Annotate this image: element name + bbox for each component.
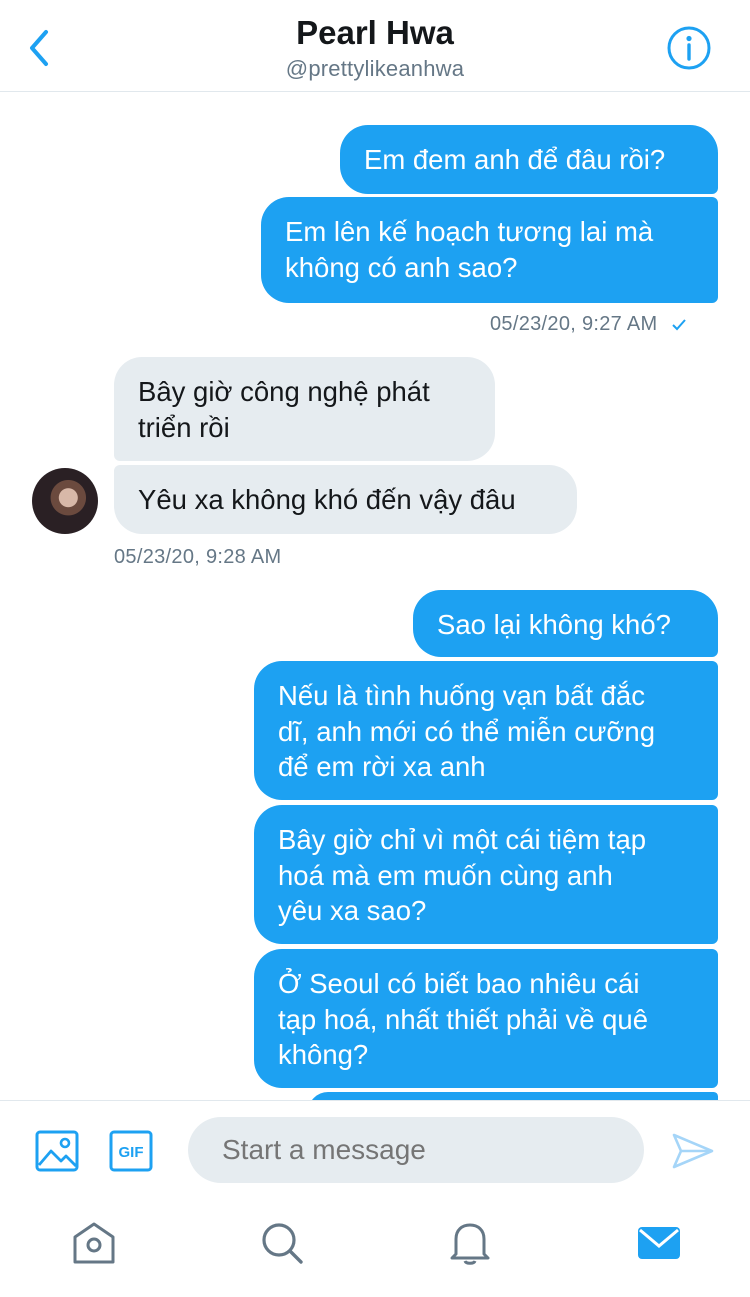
message-timestamp: 05/23/20, 9:27 AM xyxy=(490,313,687,336)
gif-icon[interactable]: GIF xyxy=(108,1129,154,1173)
bell-icon[interactable] xyxy=(447,1220,493,1266)
message-text: hoá mà em muốn cùng anh xyxy=(278,859,613,891)
image-icon[interactable] xyxy=(34,1129,80,1173)
mail-icon[interactable] xyxy=(636,1220,682,1266)
conversation-header: Pearl Hwa @prettylikeanhwa xyxy=(0,0,750,92)
message-text: tạp hoá, nhất thiết phải về quê xyxy=(278,1003,649,1035)
message-input[interactable] xyxy=(188,1117,644,1183)
info-icon[interactable] xyxy=(666,25,712,71)
outgoing-message[interactable]: Em đem anh để đâu rồi? xyxy=(340,125,718,194)
send-icon[interactable] xyxy=(670,1129,716,1173)
gif-label: GIF xyxy=(119,1144,144,1161)
conversation-title: Pearl Hwa xyxy=(296,14,454,51)
message-timestamp: 05/23/20, 9:28 AM xyxy=(114,546,282,568)
message-text: không có anh sao? xyxy=(285,251,518,283)
read-check-icon xyxy=(672,319,687,331)
timestamp-text: 05/23/20, 9:27 AM xyxy=(490,313,658,335)
home-icon[interactable] xyxy=(71,1220,117,1266)
message-text: để em rời xa anh xyxy=(278,751,486,782)
message-text: Sao lại không khó? xyxy=(437,609,671,640)
outgoing-message[interactable]: Ở Seoul có biết bao nhiêu cái tạp hoá, n… xyxy=(254,949,718,1088)
message-text: Bây giờ chỉ vì một cái tiệm tạp xyxy=(278,824,647,855)
search-icon[interactable] xyxy=(259,1220,305,1266)
message-text: Yêu xa không khó đến vậy đâu xyxy=(138,484,516,515)
incoming-message[interactable]: Yêu xa không khó đến vậy đâu xyxy=(114,465,577,534)
gif-frame-icon: GIF xyxy=(109,1130,153,1172)
outgoing-message[interactable]: Nếu là tình huống vạn bất đắc dĩ, anh mớ… xyxy=(254,661,718,800)
conversation-handle: @prettylikeanhwa xyxy=(285,56,465,81)
message-text: yêu xa sao? xyxy=(278,895,427,926)
avatar[interactable] xyxy=(32,468,98,534)
message-composer: GIF xyxy=(0,1100,750,1198)
message-text: dĩ, anh mới có thể miễn cưỡng xyxy=(278,715,656,747)
outgoing-message[interactable]: Bây giờ chỉ vì một cái tiệm tạp hoá mà e… xyxy=(254,805,718,944)
message-text: Em đem anh để đâu rồi? xyxy=(364,144,666,175)
message-text: triển rồi xyxy=(138,411,230,443)
message-text: không? xyxy=(278,1039,369,1070)
message-text: Ở Seoul có biết bao nhiêu cái xyxy=(278,968,640,999)
outgoing-message[interactable] xyxy=(308,1092,718,1100)
incoming-message[interactable]: Bây giờ công nghệ phát triển rồi xyxy=(114,357,495,461)
outgoing-message[interactable]: Sao lại không khó? xyxy=(413,590,718,657)
message-text: Em lên kế hoạch tương lai mà xyxy=(285,216,654,247)
message-text: Bây giờ công nghệ phát xyxy=(138,376,430,407)
message-thread[interactable]: Em đem anh để đâu rồi? Em lên kế hoạch t… xyxy=(0,92,750,1100)
message-text: Nếu là tình huống vạn bất đắc xyxy=(278,680,645,711)
bottom-tab-bar xyxy=(0,1198,750,1297)
outgoing-message[interactable]: Em lên kế hoạch tương lai mà không có an… xyxy=(261,197,718,303)
